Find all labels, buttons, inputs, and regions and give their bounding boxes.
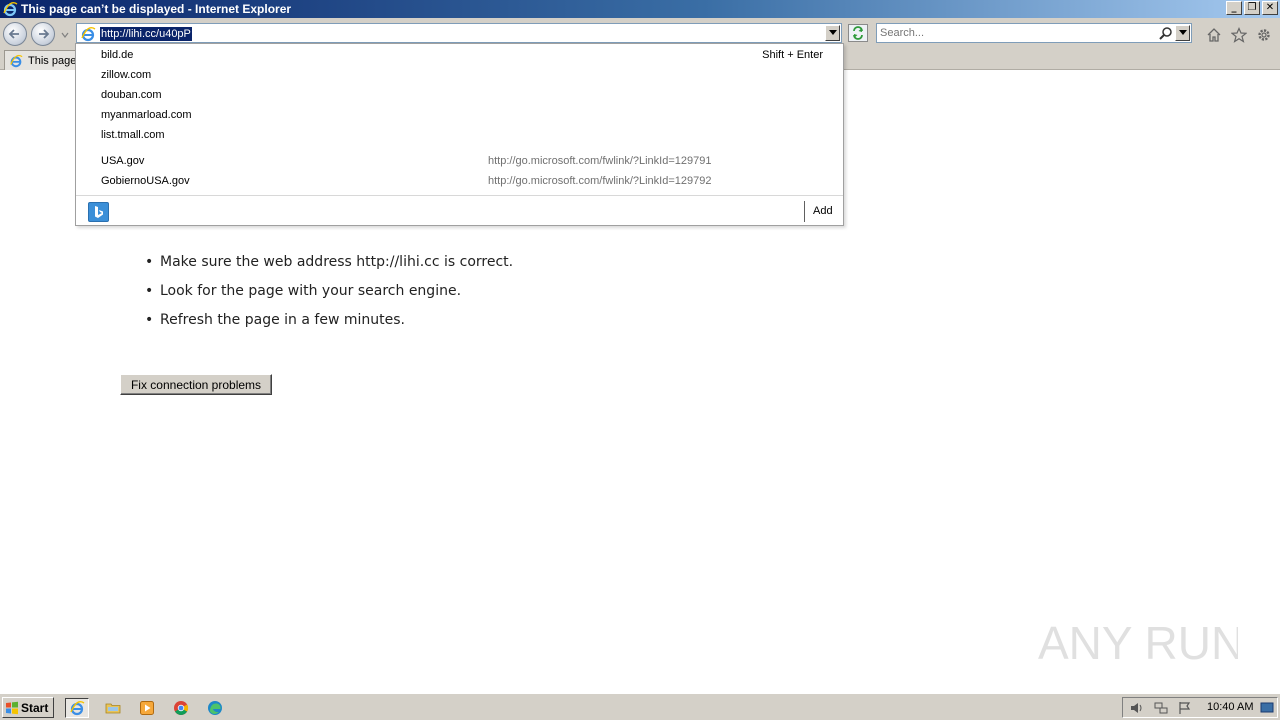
list-item: • Refresh the page in a few minutes. <box>145 312 513 341</box>
ie-logo-icon <box>3 1 18 17</box>
action-center-button[interactable] <box>1177 701 1193 715</box>
taskbar-ie-button[interactable] <box>65 698 89 718</box>
bing-search-provider[interactable] <box>88 202 109 222</box>
search-input[interactable] <box>880 26 1150 40</box>
history-item[interactable]: myanmarload.com <box>101 106 191 124</box>
search-dropdown-button[interactable] <box>1175 25 1190 41</box>
address-bar[interactable]: http://lihi.cc/u40pP <box>76 23 842 43</box>
ie-icon <box>70 700 85 716</box>
minimize-button[interactable]: _ <box>1226 1 1242 15</box>
chrome-icon <box>174 701 189 715</box>
tools-button[interactable] <box>1255 26 1273 44</box>
ie-page-icon <box>81 26 96 42</box>
close-button[interactable]: ✕ <box>1262 1 1278 15</box>
start-button[interactable]: Start <box>2 697 54 718</box>
favorites-button[interactable] <box>1230 26 1248 44</box>
back-button[interactable] <box>3 22 27 46</box>
window-controls: _ ❐ ✕ <box>1226 1 1278 15</box>
speaker-icon <box>1131 703 1142 713</box>
anyrun-watermark: ANY RUN <box>1038 617 1238 669</box>
bullet-icon: • <box>145 254 154 270</box>
window-title: This page can’t be displayed - Internet … <box>21 2 292 16</box>
favorite-url: http://go.microsoft.com/fwlink/?LinkId=1… <box>488 175 712 187</box>
bullet-text: Look for the page with your search engin… <box>160 283 462 299</box>
list-item: • Make sure the web address http://lihi.c… <box>145 254 513 283</box>
clock[interactable]: 10:40 AM <box>1207 701 1253 713</box>
favorite-item[interactable]: USA.gov http://go.microsoft.com/fwlink/?… <box>101 152 841 170</box>
history-item[interactable]: list.tmall.com <box>101 126 165 144</box>
taskbar-media-player-button[interactable] <box>135 698 159 718</box>
tab-current[interactable]: This page <box>4 50 80 70</box>
taskbar: Start 10:40 AM <box>0 693 1280 720</box>
search-box[interactable] <box>876 23 1192 43</box>
address-dropdown-button[interactable] <box>825 25 840 41</box>
bing-icon <box>94 206 103 218</box>
list-item: • Look for the page with your search engi… <box>145 283 513 312</box>
favorite-item[interactable]: GobiernoUSA.gov http://go.microsoft.com/… <box>101 172 841 190</box>
desktop-icon <box>1260 702 1274 713</box>
ie-page-icon <box>10 54 23 67</box>
start-label: Start <box>21 700 49 715</box>
home-icon <box>1207 28 1221 42</box>
windows-logo-icon <box>6 701 18 714</box>
restore-button[interactable]: ❐ <box>1244 1 1260 15</box>
refresh-arrows-icon <box>853 26 863 40</box>
network-button[interactable] <box>1153 701 1169 715</box>
media-player-icon <box>140 701 154 715</box>
search-icon[interactable] <box>1159 26 1173 40</box>
divider <box>804 201 805 222</box>
chevron-down-icon <box>1178 30 1187 35</box>
address-url-text[interactable]: http://lihi.cc/u40pP <box>100 27 192 41</box>
taskbar-chrome-button[interactable] <box>169 698 193 718</box>
refresh-button[interactable] <box>848 24 868 42</box>
tab-label: This page <box>28 54 77 67</box>
favorite-url: http://go.microsoft.com/fwlink/?LinkId=1… <box>488 155 712 167</box>
taskbar-edge-button[interactable] <box>203 698 227 718</box>
home-button[interactable] <box>1205 26 1223 44</box>
edge-icon <box>208 701 222 715</box>
bullet-icon: • <box>145 312 154 328</box>
show-desktop-button[interactable] <box>1259 701 1275 715</box>
watermark-text: ANY RUN <box>1038 617 1238 669</box>
autocomplete-footer: Add <box>76 195 843 226</box>
bullet-text: Refresh the page in a few minutes. <box>160 312 405 328</box>
star-icon <box>1231 27 1247 43</box>
forward-arrow-icon <box>39 29 50 39</box>
folder-icon <box>105 703 121 714</box>
bullet-icon: • <box>145 283 154 299</box>
taskbar-explorer-button[interactable] <box>101 698 125 718</box>
history-item[interactable]: douban.com <box>101 86 162 104</box>
back-arrow-icon <box>8 29 19 39</box>
chevron-down-icon <box>828 30 837 35</box>
recent-pages-dropdown-icon[interactable] <box>60 30 70 40</box>
volume-button[interactable] <box>1129 701 1145 715</box>
gear-icon <box>1258 29 1270 41</box>
system-tray: 10:40 AM <box>1122 697 1278 718</box>
title-bar[interactable]: This page can’t be displayed - Internet … <box>0 0 1280 18</box>
forward-button[interactable] <box>31 22 55 46</box>
address-autocomplete-dropdown: Shift + Enter bild.de zillow.com douban.… <box>75 43 844 226</box>
bullet-text: Make sure the web address http://lihi.cc… <box>160 254 514 270</box>
network-icon <box>1154 702 1168 714</box>
flag-icon <box>1179 702 1191 714</box>
shortcut-hint: Shift + Enter <box>762 49 823 61</box>
history-item[interactable]: bild.de <box>101 46 133 64</box>
fix-connection-button[interactable]: Fix connection problems <box>120 374 272 395</box>
troubleshooting-list: • Make sure the web address http://lihi.c… <box>145 254 513 341</box>
add-search-provider-button[interactable]: Add <box>813 205 833 217</box>
history-item[interactable]: zillow.com <box>101 66 151 84</box>
